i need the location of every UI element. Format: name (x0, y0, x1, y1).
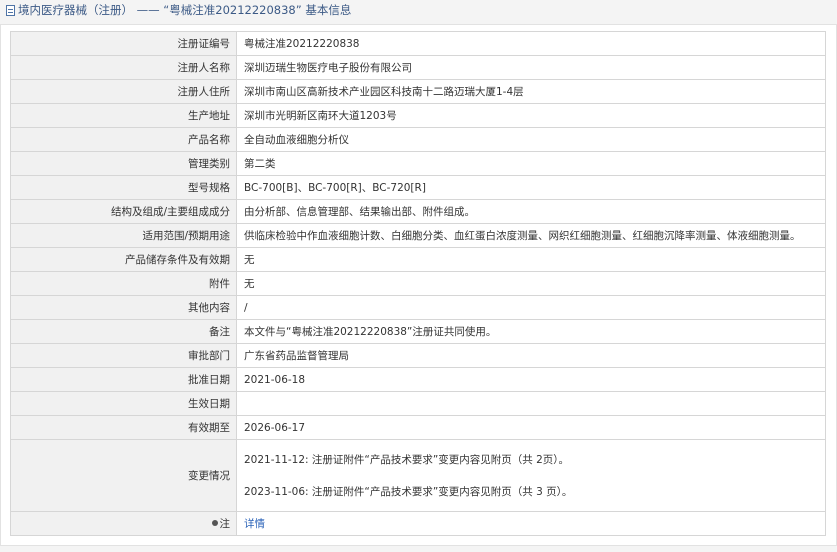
table-row: 结构及组成/主要组成成分 由分析部、信息管理部、结果输出部、附件组成。 (10, 199, 826, 224)
row-label: 结构及组成/主要组成成分 (10, 199, 237, 224)
row-value: 深圳迈瑞生物医疗电子股份有限公司 (236, 55, 826, 80)
row-label: 注册人名称 (10, 55, 237, 80)
row-value: 2021-06-18 (236, 367, 826, 392)
table-row: 有效期至 2026-06-17 (10, 415, 826, 440)
row-value: 粤械注准20212220838 (236, 31, 826, 56)
row-label: 生产地址 (10, 103, 237, 128)
table-row: 产品储存条件及有效期无 (10, 247, 826, 272)
table-row: 生产地址 深圳市光明新区南环大道1203号 (10, 103, 826, 128)
row-label: 注册证编号 (10, 31, 237, 56)
row-label: 批准日期 (10, 367, 237, 392)
row-label: 其他内容 (10, 295, 237, 320)
table-row: 适用范围/预期用途 供临床检验中作血液细胞计数、白细胞分类、血红蛋白浓度测量、网织… (10, 223, 826, 248)
info-panel: 注册证编号 粤械注准20212220838 注册人名称 深圳迈瑞生物医疗电子股份有限… (0, 24, 837, 546)
table-row: 批准日期 2021-06-18 (10, 367, 826, 392)
table-row: 附件无 (10, 271, 826, 296)
row-value: 第二类 (236, 151, 826, 176)
change-entry: 2023-11-06: 注册证附件“产品技术要求”变更内容见附页（共 3 页）。 (244, 485, 573, 498)
info-table: 注册证编号 粤械注准20212220838 注册人名称 深圳迈瑞生物医疗电子股份有限… (10, 31, 826, 536)
row-value: 本文件与“粤械注准20212220838”注册证共同使用。 (236, 319, 826, 344)
row-value: 无 (236, 247, 826, 272)
changes-row: 变更情况 2021-11-12: 注册证附件“产品技术要求”变更内容见附页（共 … (10, 439, 826, 512)
page-header: 境内医疗器械（注册） —— “粤械注准20212220838” 基本信息 (0, 0, 837, 20)
table-row: 审批部门 广东省药品监督管理局 (10, 343, 826, 368)
changes-label: 变更情况 (10, 439, 237, 512)
row-value: 广东省药品监督管理局 (236, 343, 826, 368)
table-row: 注册人住所 深圳市南山区高新技术产业园区科技南十二路迈瑞大厦1-4层 (10, 79, 826, 104)
note-row: 注 详情 (10, 511, 826, 536)
changes-value: 2021-11-12: 注册证附件“产品技术要求”变更内容见附页（共 2页）。 … (236, 439, 826, 512)
row-value: 全自动血液细胞分析仪 (236, 127, 826, 152)
change-entry: 2021-11-12: 注册证附件“产品技术要求”变更内容见附页（共 2页）。 (244, 453, 570, 466)
row-label: 审批部门 (10, 343, 237, 368)
table-row: 其他内容 / (10, 295, 826, 320)
bottom-bar (0, 546, 837, 552)
pin-icon (211, 520, 218, 526)
row-label: 有效期至 (10, 415, 237, 440)
table-row: 注册人名称 深圳迈瑞生物医疗电子股份有限公司 (10, 55, 826, 80)
row-value: 由分析部、信息管理部、结果输出部、附件组成。 (236, 199, 826, 224)
row-label: 产品名称 (10, 127, 237, 152)
details-link[interactable]: 详情 (244, 518, 265, 530)
table-row: 注册证编号 粤械注准20212220838 (10, 31, 826, 56)
row-value: BC-700[B]、BC-700[R]、BC-720[R] (236, 175, 826, 200)
table-row: 备注 本文件与“粤械注准20212220838”注册证共同使用。 (10, 319, 826, 344)
note-value: 详情 (236, 511, 826, 536)
row-value: 深圳市光明新区南环大道1203号 (236, 103, 826, 128)
table-row: 型号规格 BC-700[B]、BC-700[R]、BC-720[R] (10, 175, 826, 200)
row-label: 附件 (10, 271, 237, 296)
note-label-cell: 注 (10, 511, 237, 536)
row-value: 深圳市南山区高新技术产业园区科技南十二路迈瑞大厦1-4层 (236, 79, 826, 104)
note-label: 注 (219, 518, 231, 530)
page-title: 境内医疗器械（注册） —— “粤械注准20212220838” 基本信息 (18, 3, 352, 17)
row-value (236, 391, 826, 416)
document-icon (6, 4, 15, 16)
row-label: 备注 (10, 319, 237, 344)
row-label: 生效日期 (10, 391, 237, 416)
row-value: 2026-06-17 (236, 415, 826, 440)
row-value: 无 (236, 271, 826, 296)
row-label: 型号规格 (10, 175, 237, 200)
row-label: 产品储存条件及有效期 (10, 247, 237, 272)
row-label: 注册人住所 (10, 79, 237, 104)
table-row: 管理类别 第二类 (10, 151, 826, 176)
row-value: 供临床检验中作血液细胞计数、白细胞分类、血红蛋白浓度测量、网织红细胞测量、红细胞… (236, 223, 826, 248)
row-label: 管理类别 (10, 151, 237, 176)
row-label: 适用范围/预期用途 (10, 223, 237, 248)
row-value: / (236, 295, 826, 320)
table-row: 生效日期 (10, 391, 826, 416)
table-row: 产品名称 全自动血液细胞分析仪 (10, 127, 826, 152)
